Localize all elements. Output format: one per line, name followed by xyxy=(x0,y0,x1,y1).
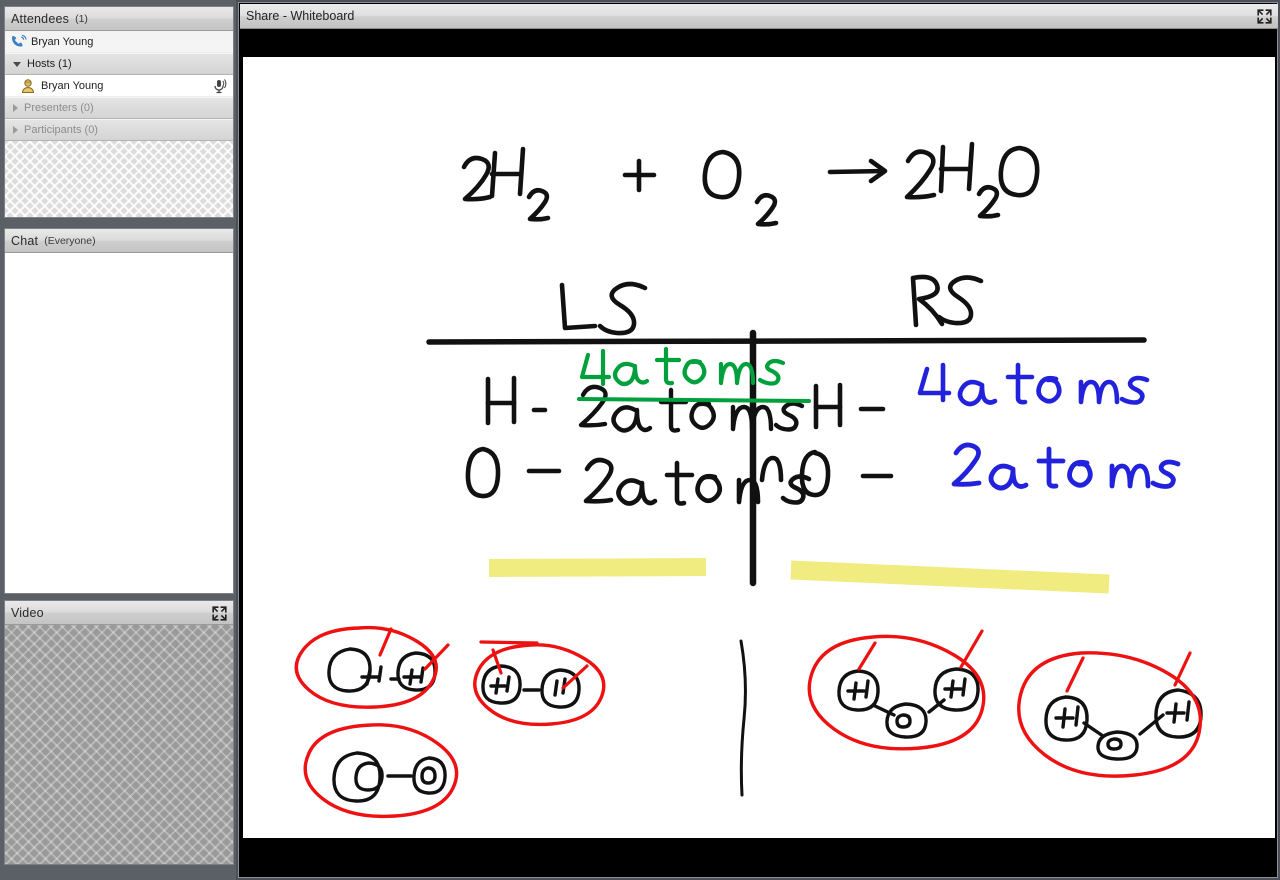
share-pod-title: Share - Whiteboard xyxy=(246,9,355,23)
attendee-phone-row[interactable]: Bryan Young xyxy=(5,31,233,53)
group-row-presenters[interactable]: Presenters (0) xyxy=(5,97,233,119)
tick-marks xyxy=(378,627,450,671)
highlighter-strokes xyxy=(488,558,1110,594)
share-pod-header: Share - Whiteboard xyxy=(240,4,1278,29)
fullscreen-icon[interactable] xyxy=(210,604,229,623)
chat-pod-header: Chat (Everyone) xyxy=(5,229,233,253)
group-row-hosts[interactable]: Hosts (1) xyxy=(5,53,233,75)
group-label-hosts: Hosts (1) xyxy=(27,58,72,70)
attendees-pod: Attendees (1) Bryan Young Hosts (1) Brya… xyxy=(4,6,234,218)
chat-scope-label: (Everyone) xyxy=(44,234,96,247)
hydrogen-molecule-2 xyxy=(473,640,606,727)
table-rules xyxy=(426,329,1147,587)
hydrogen-molecule-1 xyxy=(294,625,450,709)
group-row-participants[interactable]: Participants (0) xyxy=(5,119,233,141)
table-horizontal-rule xyxy=(426,337,1147,345)
video-pod: Video xyxy=(4,600,234,865)
attendees-count: (1) xyxy=(75,12,88,25)
attendees-empty-area xyxy=(5,141,233,217)
left-h-value-struck xyxy=(578,384,805,433)
right-o-value xyxy=(951,442,1181,491)
attendees-pod-title: Attendees xyxy=(11,11,70,26)
fullscreen-icon[interactable] xyxy=(1255,7,1274,26)
video-stream-area[interactable] xyxy=(5,625,233,864)
left-row-o xyxy=(465,446,812,506)
attendee-host-name: Bryan Young xyxy=(41,79,104,92)
left-row-h xyxy=(485,375,548,426)
whiteboard-canvas[interactable] xyxy=(243,57,1275,838)
attendees-pod-header: Attendees (1) xyxy=(5,7,233,31)
left-h-value-correction xyxy=(577,346,811,403)
chevron-down-icon[interactable] xyxy=(13,61,21,67)
attendee-row-host[interactable]: Bryan Young xyxy=(5,75,233,97)
microphone-icon[interactable] xyxy=(211,78,227,94)
red-circle xyxy=(807,634,986,751)
right-side-header xyxy=(910,274,984,328)
red-circle xyxy=(294,625,438,709)
right-row-h xyxy=(813,382,886,430)
video-pod-header: Video xyxy=(5,601,233,625)
right-h-value xyxy=(917,362,1150,407)
video-pod-title: Video xyxy=(11,605,44,620)
phone-icon xyxy=(9,34,27,50)
right-row-o xyxy=(799,449,894,498)
chevron-right-icon[interactable] xyxy=(13,104,18,112)
bottom-divider-line xyxy=(739,639,747,797)
group-label-participants: Participants (0) xyxy=(24,124,98,136)
application-window: Attendees (1) Bryan Young Hosts (1) Brya… xyxy=(0,0,1280,880)
water-molecule-2 xyxy=(1017,651,1203,778)
water-molecule-1 xyxy=(807,629,986,751)
attendee-phone-name: Bryan Young xyxy=(31,35,94,48)
oxygen-molecule xyxy=(303,723,459,819)
share-pod: Share - Whiteboard xyxy=(238,2,1278,878)
equation-handwriting xyxy=(461,141,1040,227)
chat-message-list[interactable] xyxy=(5,253,233,593)
chevron-right-icon[interactable] xyxy=(13,126,18,134)
chat-pod: Chat (Everyone) xyxy=(4,228,234,594)
host-person-icon xyxy=(19,78,37,94)
left-side-header xyxy=(559,281,648,336)
group-label-presenters: Presenters (0) xyxy=(24,102,94,114)
left-sidebar: Attendees (1) Bryan Young Hosts (1) Brya… xyxy=(0,0,236,880)
chat-pod-title: Chat xyxy=(11,233,39,248)
